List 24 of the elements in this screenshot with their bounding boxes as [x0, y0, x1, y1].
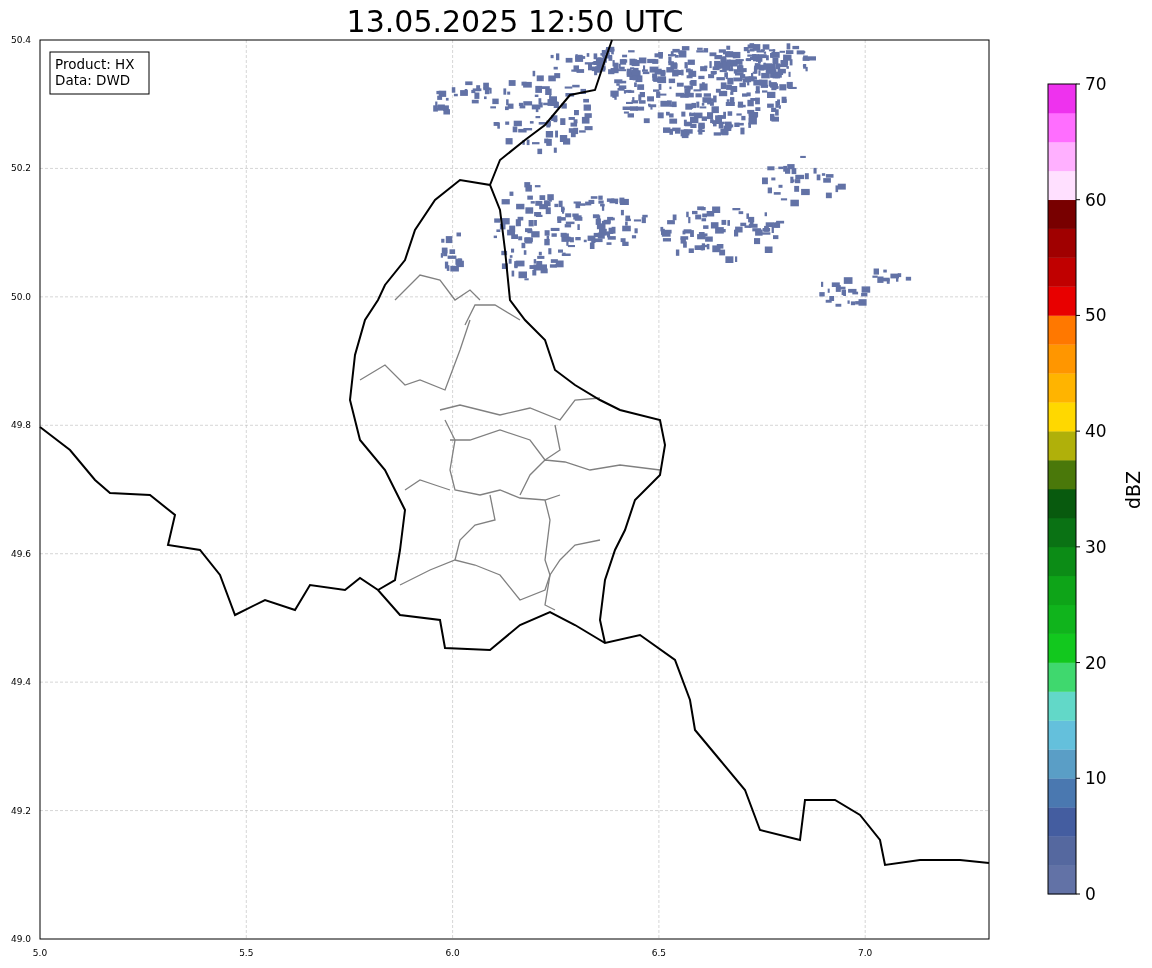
y-tick-label: 50.0: [10, 291, 31, 302]
chart-title: 13.05.2025 12:50 UTC: [346, 4, 684, 39]
y-tick-label: 50.2: [10, 163, 31, 174]
x-tick-label: 6.0: [445, 948, 460, 958]
colorbar-tick-label: 50: [1085, 305, 1107, 326]
colorbar-tick-label: 10: [1085, 768, 1107, 789]
colorbar-label: dBZ: [1122, 470, 1144, 510]
y-tick-label: 49.4: [10, 677, 31, 688]
y-tick-label: 50.4: [10, 35, 31, 45]
x-tick-label: 6.5: [651, 948, 667, 958]
y-tick-label: 49.2: [10, 805, 31, 816]
y-tick-label: 49.0: [10, 934, 31, 944]
colorbar-tick-label: 60: [1085, 189, 1107, 210]
y-tick-label: 49.6: [10, 548, 31, 559]
x-tick-label: 7.0: [858, 948, 873, 958]
x-tick-label: 5.5: [239, 948, 254, 958]
colorbar-tick-label: 30: [1085, 536, 1107, 557]
info-box: Product: HX Data: DWD: [49, 51, 150, 95]
x-tick-label: 5.0: [32, 948, 48, 958]
y-tick-label: 49.8: [10, 420, 31, 431]
colorbar-tick-label: 0: [1085, 884, 1096, 904]
colorbar-tick-label: 40: [1085, 421, 1107, 442]
colorbar-tick-label: 20: [1085, 652, 1107, 673]
colorbar-tick-label: 70: [1085, 74, 1107, 94]
